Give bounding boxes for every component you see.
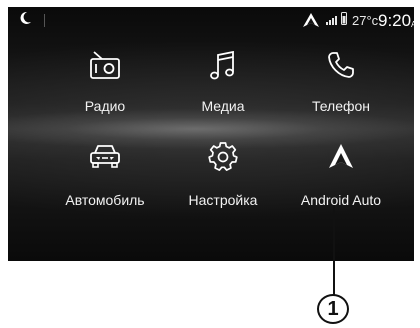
night-mode-icon[interactable]: [18, 10, 32, 26]
tile-media[interactable]: Медиа: [164, 51, 282, 139]
gear-icon: [208, 142, 238, 171]
android-auto-status-icon: [303, 13, 319, 27]
android-auto-icon: [329, 144, 353, 168]
tile-phone-label: Телефон: [311, 98, 371, 114]
tile-vehicle[interactable]: Автомобиль: [46, 143, 164, 231]
callout-leader-line: [333, 205, 335, 295]
car-icon: [90, 145, 120, 168]
music-note-icon: [210, 51, 234, 80]
status-bar: 27°c 9:20 A: [8, 7, 414, 33]
tile-settings[interactable]: Настройка: [164, 142, 282, 231]
clock: 9:20: [378, 11, 412, 30]
phone-battery-icon: [341, 12, 347, 25]
radio-icon: [90, 51, 120, 79]
tile-radio[interactable]: Радио: [46, 51, 164, 139]
tile-android-auto[interactable]: Android Auto: [282, 143, 400, 231]
clock-ampm: A: [411, 20, 414, 29]
callout-number-badge: 1: [317, 294, 349, 324]
phone-icon: [328, 52, 354, 78]
tile-phone[interactable]: Телефон: [282, 51, 400, 139]
tile-android-auto-label: Android Auto: [300, 192, 382, 208]
signal-strength-icon: [326, 16, 337, 25]
head-unit-screen: 27°c 9:20 A Радио Медиа Телефон Автомоби…: [8, 7, 414, 261]
temperature-readout: 27°c: [352, 13, 379, 28]
status-separator: [44, 14, 45, 27]
